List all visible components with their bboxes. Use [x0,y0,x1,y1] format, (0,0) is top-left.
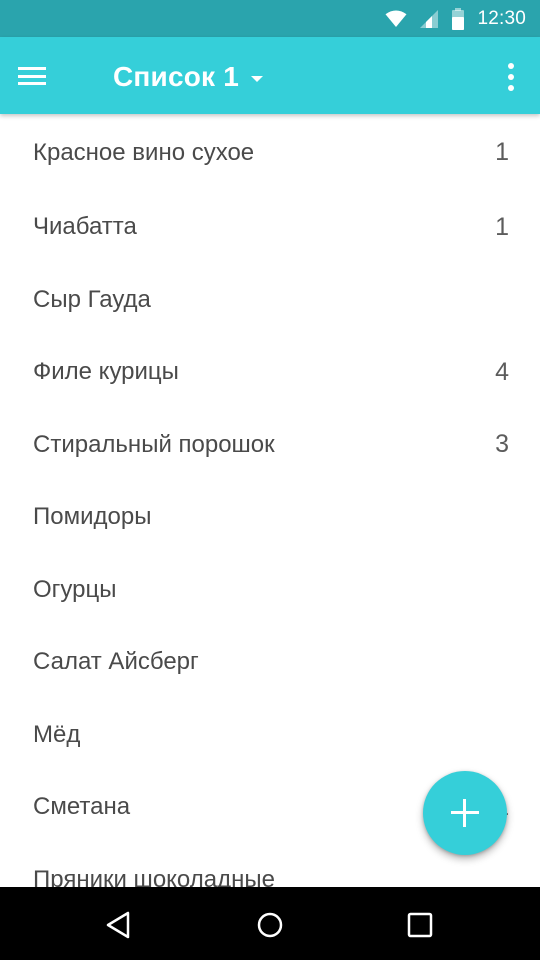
dropdown-caret-icon [251,76,263,82]
item-name: Красное вино сухое [33,138,255,166]
list-item[interactable]: Стиральный порошок 3 [0,409,540,482]
item-quantity: 3 [495,430,509,459]
item-name: Сметана [33,793,131,821]
cellular-signal-icon [420,9,439,28]
screen: 12:30 Список 1 Красное вино сухое 1 Чиаб… [0,0,540,960]
item-name: Огурцы [33,575,117,603]
item-name: Филе курицы [33,358,179,386]
app-bar: Список 1 [0,37,540,114]
status-time: 12:30 [477,7,526,29]
wifi-icon [385,10,407,27]
item-quantity: 1 [495,212,509,241]
item-quantity: 1 [495,138,509,166]
list-item[interactable]: Филе курицы 4 [0,336,540,409]
back-icon[interactable] [100,905,140,945]
more-vertical-icon [508,63,514,69]
item-name: Стиральный порошок [33,430,275,458]
menu-button[interactable] [18,51,76,101]
list-item[interactable]: Огурцы [0,554,540,627]
item-name: Сыр Гауда [33,285,151,313]
status-bar: 12:30 [0,0,540,37]
list-item[interactable]: Мёд [0,699,540,772]
item-name: Пряники шоколадные [33,865,275,887]
item-name: Мёд [33,720,81,748]
item-name: Салат Айсберг [33,648,199,676]
item-name: Помидоры [33,503,152,531]
hamburger-menu-icon [18,67,46,85]
list-selector-dropdown[interactable]: Список 1 [113,55,263,99]
recents-icon[interactable] [400,905,440,945]
list-item[interactable]: Чиабатта 1 [0,191,540,264]
add-item-fab[interactable] [423,771,507,855]
item-name: Чиабатта [33,213,137,241]
list-item[interactable]: Помидоры [0,481,540,554]
list-title: Список 1 [113,61,239,92]
item-quantity: 4 [495,357,509,386]
home-icon[interactable] [250,905,290,945]
navigation-bar [0,887,540,960]
battery-icon [452,7,465,30]
list-item[interactable]: Салат Айсберг [0,626,540,699]
status-icons: 12:30 [385,0,526,37]
list-item[interactable]: Красное вино сухое 1 [0,114,540,191]
list-item[interactable]: Сыр Гауда [0,264,540,337]
overflow-menu-button[interactable] [496,55,526,99]
